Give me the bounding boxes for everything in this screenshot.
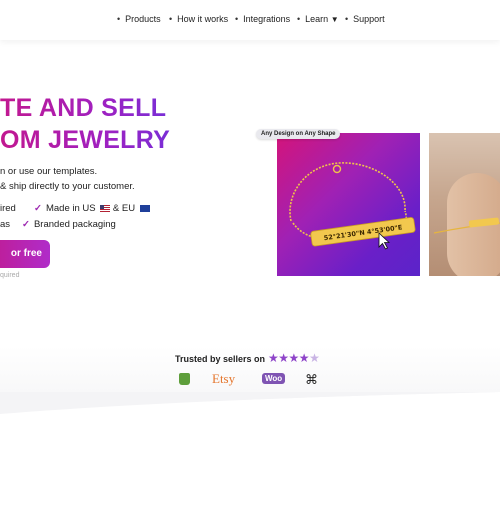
feature-item: ired (0, 203, 16, 214)
checkmark-icon: ✓ (22, 219, 30, 230)
top-navigation: • Products • How it works • Integrations • L… (0, 0, 500, 40)
lower-section (0, 420, 500, 525)
star-rating: ★★★★★ (268, 351, 320, 365)
nav-products[interactable]: • Products (117, 14, 161, 24)
nav-label: How it works (177, 14, 229, 24)
star-icon: ★ (288, 351, 300, 365)
hero-subtitle-line-2: & ship directly to your customer. (0, 181, 135, 192)
feature-item-made-in: ✓ Made in US & EU (34, 203, 150, 214)
nav-integrations[interactable]: • Integrations (235, 14, 290, 24)
hero-subtitle-line-1: n or use our templates. (0, 166, 98, 177)
bullet-icon: • (297, 14, 301, 24)
bracelet-illustration: 52°21'30"N 4°53'00"E (289, 162, 416, 250)
etsy-logo: Etsy (212, 371, 236, 386)
section-divider (0, 392, 500, 422)
fine-print: quired (0, 272, 20, 279)
nav-label: Learn (305, 14, 329, 24)
nav-label: Support (353, 14, 385, 24)
nav-label: Integrations (243, 14, 291, 24)
us-flag-icon (100, 204, 111, 212)
feature-item: as (0, 219, 10, 230)
bullet-icon: • (345, 14, 349, 24)
nav-label: Products (125, 14, 161, 24)
hero-title-line-1: TE AND SELL (0, 94, 167, 122)
cta-label: or free (10, 248, 42, 259)
feature-text: Branded packaging (33, 219, 116, 230)
bullet-icon: • (117, 14, 121, 24)
start-for-free-button[interactable]: or free (0, 240, 50, 268)
trusted-by-label: Trusted by sellers on (175, 354, 266, 364)
bullet-icon: • (235, 14, 239, 24)
squarespace-icon: ⌘ (305, 372, 318, 387)
feature-text: as (0, 219, 11, 230)
nav-how-it-works[interactable]: • How it works (169, 14, 228, 24)
bracelet-product-image[interactable]: 52°21'30"N 4°53'00"E (277, 133, 420, 276)
eu-flag-icon (139, 204, 150, 212)
checkmark-icon: ✓ (34, 203, 42, 214)
star-icon: ★ (309, 351, 320, 365)
feature-text: Made in US (45, 203, 96, 214)
bullet-icon: • (169, 14, 173, 24)
hero-title-line-2: OM JEWELRY (0, 126, 171, 154)
nav-support[interactable]: • Support (345, 14, 385, 24)
worn-bracelet-illustration (433, 217, 500, 234)
chevron-down-icon: ▼ (330, 15, 339, 24)
star-icon: ★ (268, 351, 279, 365)
shopify-bag-icon (179, 373, 190, 385)
worn-bracelet-image[interactable] (429, 133, 500, 276)
design-badge: Any Design on Any Shape (256, 129, 341, 139)
feature-item-packaging: ✓ Branded packaging (22, 219, 116, 230)
star-icon: ★ (278, 351, 289, 365)
feature-text-eu: & EU (112, 203, 136, 214)
nav-learn[interactable]: • Learn ▼ (297, 14, 339, 24)
feature-text: ired (0, 203, 16, 214)
star-icon: ★ (298, 351, 310, 365)
woo-logo: Woo (262, 373, 286, 384)
